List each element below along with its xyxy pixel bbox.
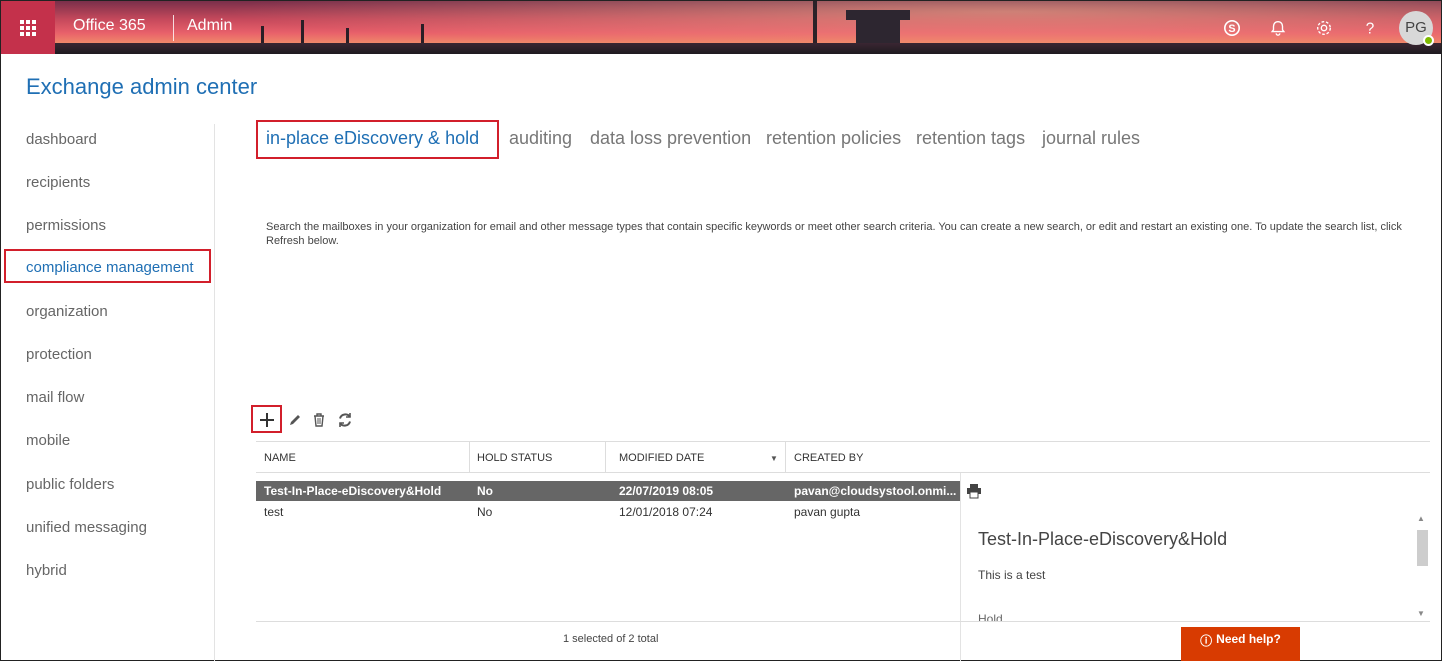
avatar-initials: PG xyxy=(1405,19,1427,36)
tab-retention-tags[interactable]: retention tags xyxy=(916,128,1025,149)
help-icon[interactable]: ? xyxy=(1347,1,1393,54)
nav-item-unified-messaging[interactable]: unified messaging xyxy=(26,519,147,536)
scroll-up-icon[interactable]: ▲ xyxy=(1417,514,1425,523)
cell-created-by: pavan@cloudsystool.onmi... xyxy=(794,484,957,498)
help-circle-icon: ⓘ xyxy=(1200,634,1213,648)
top-bar: Office 365 Admin S ? PG xyxy=(1,1,1441,54)
nav-item-mobile[interactable]: mobile xyxy=(26,432,70,449)
cell-name: test xyxy=(264,505,284,519)
column-header-name[interactable]: NAME xyxy=(264,452,296,464)
refresh-icon[interactable] xyxy=(333,408,357,432)
details-title: Test-In-Place-eDiscovery&Hold xyxy=(978,529,1228,549)
brand-office365-link[interactable]: Office 365 xyxy=(73,17,146,35)
table-footer-line xyxy=(256,621,1430,622)
nav-item-hybrid[interactable]: hybrid xyxy=(26,562,67,579)
trash-icon[interactable] xyxy=(307,408,331,432)
scroll-down-icon[interactable]: ▼ xyxy=(1417,609,1425,618)
nav-item-protection[interactable]: protection xyxy=(26,346,92,363)
cell-modified-date: 12/01/2018 07:24 xyxy=(619,505,713,519)
nav-highlight-box xyxy=(4,249,211,283)
details-description: This is a test xyxy=(978,568,1046,582)
column-separator xyxy=(469,442,470,473)
need-help-label: Need help? xyxy=(1216,632,1281,646)
column-separator xyxy=(605,442,606,473)
cell-name: Test-In-Place-eDiscovery&Hold xyxy=(264,484,442,498)
waffle-glyph xyxy=(20,19,36,36)
need-help-button[interactable]: ⓘ Need help? xyxy=(1181,627,1300,661)
header-icons: S ? PG xyxy=(1209,1,1441,54)
table-header: NAME HOLD STATUS MODIFIED DATE ▼ CREATED… xyxy=(256,441,960,473)
nav-item-organization[interactable]: organization xyxy=(26,303,108,320)
svg-text:S: S xyxy=(1228,23,1235,35)
scroll-thumb[interactable] xyxy=(1417,530,1428,566)
selection-status: 1 selected of 2 total xyxy=(563,633,659,645)
gear-icon[interactable] xyxy=(1301,1,1347,54)
nav-item-public-folders[interactable]: public folders xyxy=(26,476,114,493)
cell-hold-status: No xyxy=(477,505,493,519)
column-separator xyxy=(785,442,786,473)
details-header xyxy=(960,441,1430,473)
app-name-link[interactable]: Admin xyxy=(187,17,232,35)
nav-divider xyxy=(214,124,215,661)
bell-icon[interactable] xyxy=(1255,1,1301,54)
presence-indicator xyxy=(1423,34,1434,46)
tab-retention-policies[interactable]: retention policies xyxy=(766,128,901,149)
add-highlight-box xyxy=(251,405,282,433)
column-header-modified-date[interactable]: MODIFIED DATE xyxy=(619,452,704,464)
table-row[interactable]: test No 12/01/2018 07:24 pavan gupta xyxy=(256,502,960,522)
skype-icon[interactable]: S xyxy=(1209,1,1255,54)
nav-item-recipients[interactable]: recipients xyxy=(26,174,90,191)
page-title: Exchange admin center xyxy=(26,74,258,99)
cell-modified-date: 22/07/2019 08:05 xyxy=(619,484,714,498)
printer-icon[interactable] xyxy=(966,483,982,504)
tab-data-loss-prevention[interactable]: data loss prevention xyxy=(590,128,751,149)
sort-descending-icon[interactable]: ▼ xyxy=(770,454,778,463)
cell-created-by: pavan gupta xyxy=(794,505,861,519)
pencil-icon[interactable] xyxy=(283,408,307,432)
details-scrollbar[interactable]: ▲ ▼ xyxy=(1414,512,1430,620)
waffle-icon[interactable] xyxy=(1,1,55,54)
nav-item-dashboard[interactable]: dashboard xyxy=(26,131,97,148)
column-header-hold-status[interactable]: HOLD STATUS xyxy=(477,452,552,464)
nav-item-permissions[interactable]: permissions xyxy=(26,217,106,234)
table-row[interactable]: Test-In-Place-eDiscovery&Hold No 22/07/2… xyxy=(256,481,960,501)
details-divider xyxy=(960,473,961,661)
column-header-created-by[interactable]: CREATED BY xyxy=(794,452,863,464)
tab-journal-rules[interactable]: journal rules xyxy=(1042,128,1140,149)
tab-auditing[interactable]: auditing xyxy=(509,128,572,149)
cell-hold-status: No xyxy=(477,484,493,498)
avatar[interactable]: PG xyxy=(1399,10,1434,46)
tab-highlight-box xyxy=(256,120,499,159)
page-description: Search the mailboxes in your organizatio… xyxy=(266,221,1402,247)
nav-item-mail-flow[interactable]: mail flow xyxy=(26,389,84,406)
svg-text:?: ? xyxy=(1366,20,1375,37)
brand-separator xyxy=(173,15,174,41)
